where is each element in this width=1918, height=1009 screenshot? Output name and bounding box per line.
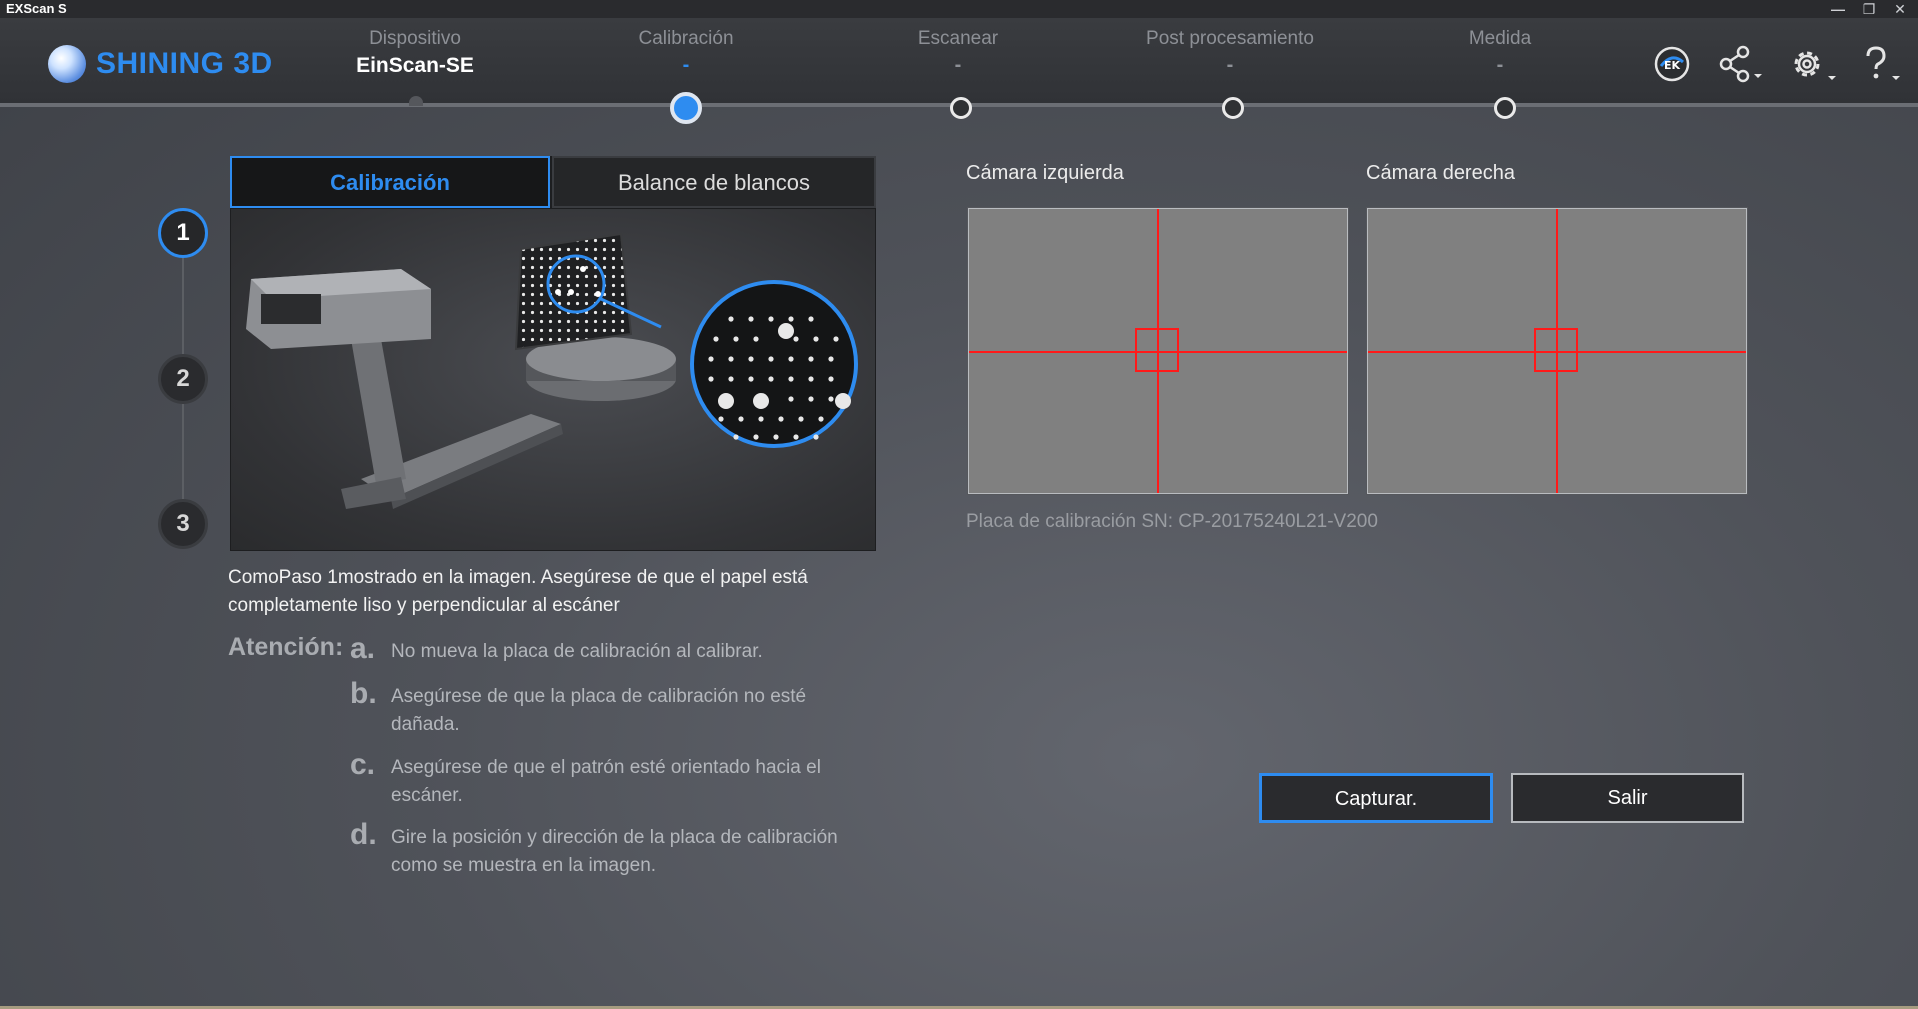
step-calibracion[interactable]: Calibración -: [606, 28, 766, 77]
restore-button[interactable]: ❐: [1855, 0, 1883, 18]
attention-label: Atención:: [228, 633, 344, 661]
calibration-tabs: Calibración Balance de blancos: [230, 156, 876, 208]
step-connector: [182, 254, 184, 354]
shining3d-logo-icon: [48, 45, 86, 83]
item-text: Gire la posición y dirección de la placa…: [391, 827, 838, 876]
right-camera-label: Cámara derecha: [1366, 162, 1515, 184]
wizard-step-1[interactable]: 1: [158, 208, 208, 258]
crosshair-target-box: [1135, 328, 1179, 372]
item-text: No mueva la placa de calibración al cali…: [391, 641, 763, 662]
step-medida[interactable]: Medida -: [1420, 28, 1580, 77]
brand-logo: SHINING 3D: [48, 44, 273, 84]
step-pointer-icon: [409, 96, 423, 106]
settings-gear-icon[interactable]: [1788, 44, 1838, 84]
step-status: -: [682, 54, 690, 76]
close-button[interactable]: ✕: [1886, 0, 1914, 18]
step-node-post-procesamiento[interactable]: [1222, 97, 1244, 119]
left-camera-label: Cámara izquierda: [966, 162, 1124, 184]
capture-button[interactable]: Capturar.: [1259, 773, 1493, 823]
svg-text:EK: EK: [1664, 59, 1681, 72]
right-camera-view: [1367, 208, 1747, 494]
step-status: -: [1496, 54, 1504, 76]
calibration-plate-serial: Placa de calibración SN: CP-20175240L21-…: [966, 511, 1378, 532]
minimize-button[interactable]: —: [1824, 0, 1852, 18]
crosshair-target-box: [1534, 328, 1578, 372]
calibration-illustration: [230, 208, 876, 551]
step-dispositivo[interactable]: Dispositivo EinScan-SE: [330, 28, 500, 78]
share-icon[interactable]: [1716, 44, 1764, 84]
exit-button[interactable]: Salir: [1511, 773, 1744, 823]
window-title: EXScan S: [6, 1, 67, 16]
step-label: Dispositivo: [369, 28, 461, 49]
wizard-step-2[interactable]: 2: [158, 354, 208, 404]
item-letter: d.: [350, 818, 377, 851]
scanner-calibration-image: [246, 232, 858, 509]
step-label: Escanear: [917, 28, 999, 49]
calibration-description: ComoPaso 1mostrado en la imagen. Asegúre…: [228, 567, 808, 616]
item-text: Asegúrese de que la placa de calibración…: [391, 686, 807, 735]
step-node-calibracion[interactable]: [670, 92, 702, 124]
step-post-procesamiento[interactable]: Post procesamiento -: [1110, 28, 1350, 77]
step-escanear[interactable]: Escanear -: [878, 28, 1038, 77]
window-titlebar: EXScan S — ❐ ✕: [0, 0, 1918, 18]
brand-name: SHINING 3D: [96, 47, 273, 80]
step-label: Medida: [1468, 28, 1532, 49]
left-camera-view: [968, 208, 1348, 494]
step-node-medida[interactable]: [1494, 97, 1516, 119]
step-status: -: [1226, 54, 1234, 76]
item-text: Asegúrese de que el patrón esté orientad…: [391, 757, 821, 806]
item-letter: a.: [350, 632, 376, 665]
device-model: EinScan-SE: [356, 54, 474, 77]
help-icon[interactable]: [1858, 44, 1904, 84]
tab-balance-de-blancos[interactable]: Balance de blancos: [552, 156, 876, 208]
step-connector: [182, 402, 184, 502]
step-label: Calibración: [638, 28, 734, 49]
ek-model-icon[interactable]: EK: [1652, 44, 1692, 84]
step-node-escanear[interactable]: [950, 97, 972, 119]
step-label: Post procesamiento: [1146, 28, 1314, 49]
step-status: -: [954, 54, 962, 76]
item-letter: c.: [350, 748, 376, 781]
wizard-step-3[interactable]: 3: [158, 499, 208, 549]
tab-calibracion[interactable]: Calibración: [230, 156, 550, 208]
item-letter: b.: [350, 677, 377, 710]
